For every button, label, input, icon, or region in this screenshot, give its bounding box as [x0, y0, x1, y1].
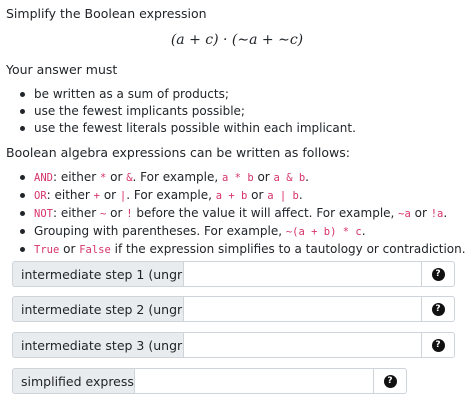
question-circle-icon: ?	[383, 374, 397, 388]
requirement-item: use the fewest literals possible within …	[20, 121, 356, 135]
syntax-text: or	[410, 206, 431, 220]
requirement-item: be written as a sum of products;	[20, 86, 356, 103]
syntax-text: or	[247, 188, 268, 202]
boolean-expression: (a + c) · (∼a + ∼c)	[170, 32, 304, 48]
answer-intro: Your answer must	[6, 62, 118, 77]
step-2-label: intermediate step 2 (ungraded):	[12, 296, 222, 322]
question-panel: Simplify the Boolean expression (a + c) …	[0, 0, 474, 411]
syntax-text: .	[443, 206, 448, 220]
syntax-item-group: Grouping with parentheses. For example, …	[20, 223, 466, 241]
code-snippet: a * b	[222, 172, 254, 184]
step-1-group: intermediate step 1 (ungraded): ?	[12, 261, 455, 287]
syntax-text: if the expression simplifies to a tautol…	[110, 242, 466, 256]
syntax-text: : either	[46, 188, 94, 202]
code-or: OR	[34, 190, 47, 202]
code-snippet: a & b	[273, 172, 306, 184]
syntax-list: AND: either * or &. For example, a * b o…	[0, 169, 466, 259]
step-3-input[interactable]	[183, 332, 421, 358]
syntax-text: .	[305, 170, 309, 184]
requirements-list: be written as a sum of products; use the…	[0, 86, 356, 137]
syntax-text: or	[106, 206, 127, 220]
question-circle-icon: ?	[431, 338, 445, 352]
question-title: Simplify the Boolean expression	[6, 6, 207, 21]
step-1-help-button[interactable]: ?	[421, 261, 455, 287]
code-snippet: ~(a + b) * c	[285, 226, 362, 238]
code-snippet: !a	[430, 208, 444, 220]
step-3-group: intermediate step 3 (ungraded): ?	[12, 332, 455, 358]
final-answer-label: simplified expression:	[12, 368, 157, 394]
syntax-item-constants: True or False if the expression simplifi…	[20, 241, 466, 259]
final-answer-help-button[interactable]: ?	[373, 368, 407, 394]
code-snippet: a + b	[215, 190, 248, 202]
code-not: NOT	[34, 208, 53, 220]
syntax-text: .	[298, 188, 303, 202]
syntax-text: or	[106, 170, 127, 184]
syntax-text: or	[100, 188, 120, 202]
question-circle-icon: ?	[431, 267, 445, 281]
syntax-text: Grouping with parentheses. For example,	[34, 224, 286, 238]
syntax-text: .	[361, 224, 366, 238]
syntax-item-and: AND: either * or &. For example, a * b o…	[20, 169, 466, 187]
step-2-group: intermediate step 2 (ungraded): ?	[12, 296, 455, 322]
step-3-help-button[interactable]: ?	[421, 332, 455, 358]
syntax-text: . For example,	[126, 188, 216, 202]
syntax-text: : either	[52, 206, 100, 220]
final-answer-group: simplified expression: ?	[12, 368, 407, 394]
code-snippet: ~a	[398, 208, 411, 220]
syntax-item-not: NOT: either ~ or ! before the value it w…	[20, 205, 466, 223]
step-3-label: intermediate step 3 (ungraded):	[12, 332, 222, 358]
code-true: True	[34, 244, 60, 256]
final-answer-input[interactable]	[134, 368, 373, 394]
code-snippet: a | b	[267, 190, 299, 202]
step-2-input[interactable]	[183, 296, 421, 322]
code-and: AND	[34, 172, 53, 184]
syntax-text: or	[59, 242, 80, 256]
syntax-text: . For example,	[132, 170, 223, 184]
requirement-item: use the fewest implicants possible;	[20, 103, 356, 120]
question-circle-icon: ?	[431, 302, 445, 316]
syntax-text: before the value it will affect. For exa…	[132, 206, 399, 220]
step-2-help-button[interactable]: ?	[421, 296, 455, 322]
code-false: False	[79, 244, 111, 256]
syntax-text: : either	[52, 170, 100, 184]
syntax-text: or	[253, 170, 274, 184]
syntax-item-or: OR: either + or |. For example, a + b or…	[20, 187, 466, 205]
step-1-input[interactable]	[183, 261, 421, 287]
step-1-label: intermediate step 1 (ungraded):	[12, 261, 222, 287]
syntax-intro: Boolean algebra expressions can be writt…	[6, 145, 350, 160]
